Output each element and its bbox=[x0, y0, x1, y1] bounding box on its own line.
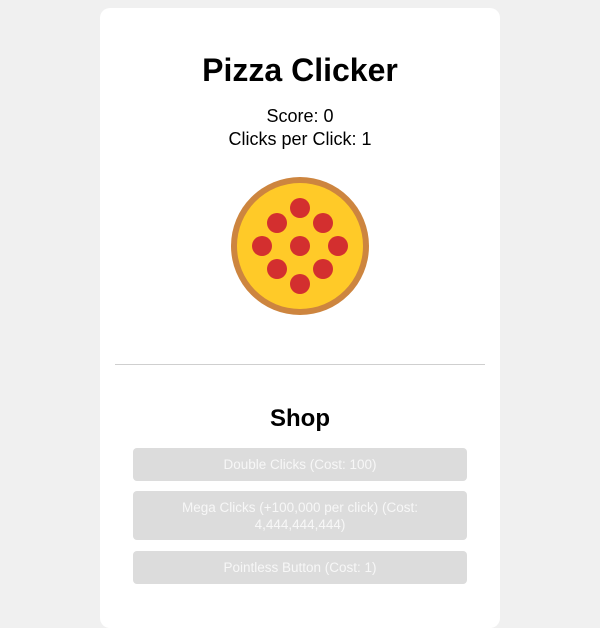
pizza-icon bbox=[231, 177, 369, 315]
score-display: Score: 0 bbox=[266, 106, 334, 126]
mega-clicks-button[interactable]: Mega Clicks (+100,000 per click) (Cost: … bbox=[133, 491, 467, 540]
section-divider bbox=[115, 364, 485, 365]
page-title: Pizza Clicker bbox=[202, 52, 398, 88]
pepperoni bbox=[313, 259, 333, 279]
pepperoni bbox=[290, 236, 310, 256]
pepperoni bbox=[267, 259, 287, 279]
pointless-button[interactable]: Pointless Button (Cost: 1) bbox=[133, 551, 467, 584]
pepperoni bbox=[290, 274, 310, 294]
pepperoni bbox=[267, 213, 287, 233]
pepperoni bbox=[290, 198, 310, 218]
pepperoni bbox=[252, 236, 272, 256]
clicks-per-click-display: Clicks per Click: 1 bbox=[228, 129, 372, 149]
pizza-button[interactable] bbox=[228, 174, 372, 318]
pepperoni bbox=[313, 213, 333, 233]
pepperoni bbox=[328, 236, 348, 256]
shop-title: Shop bbox=[270, 405, 330, 432]
double-clicks-button[interactable]: Double Clicks (Cost: 100) bbox=[133, 448, 467, 481]
game-card: Pizza Clicker Score: 0 Clicks per Click:… bbox=[100, 8, 500, 628]
